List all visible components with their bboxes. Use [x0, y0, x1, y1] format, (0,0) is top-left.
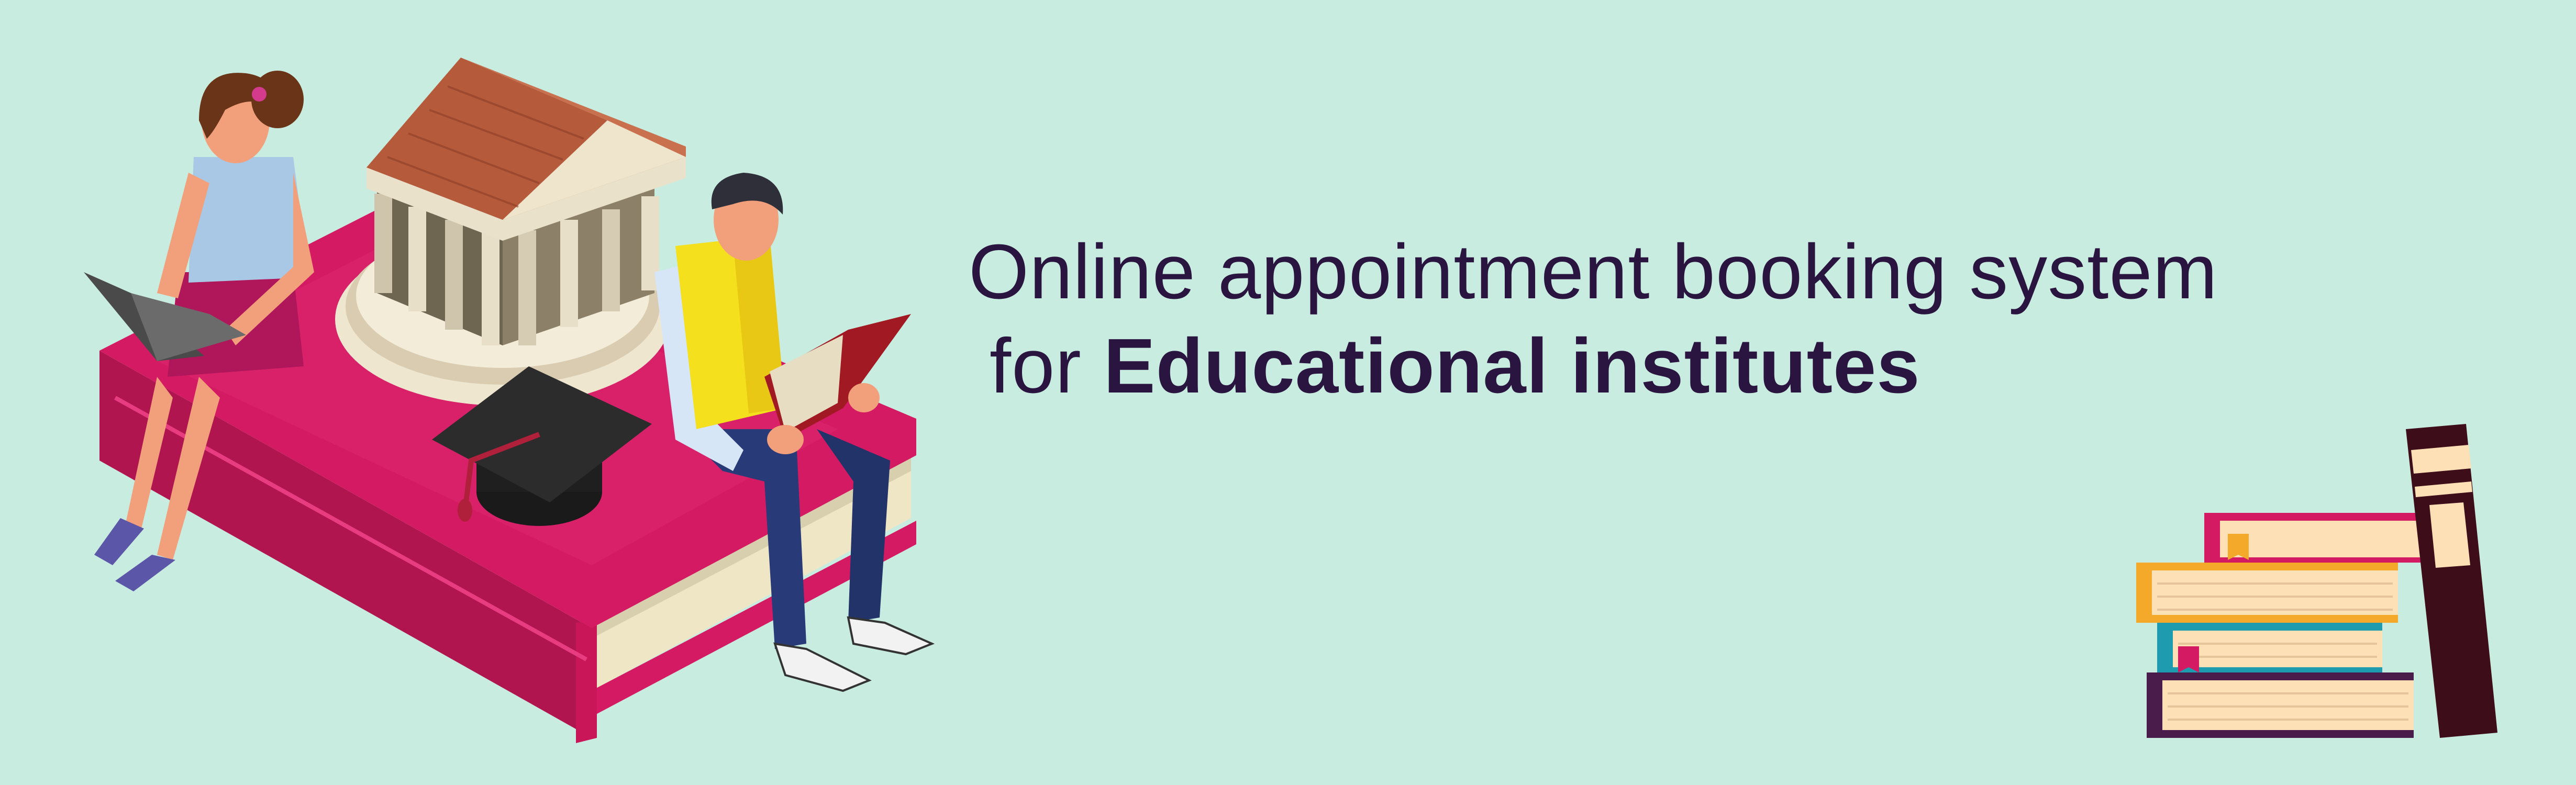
headline-line-2: for Educational institutes — [969, 319, 2218, 413]
headline-line-1: Online appointment booking system — [969, 229, 2218, 315]
book-stack-illustration — [2136, 424, 2497, 738]
headline-emphasis: Educational institutes — [1103, 323, 1920, 409]
university-building-illustration — [335, 58, 686, 406]
hero-banner: Online appointment booking system for Ed… — [0, 0, 2576, 785]
headline: Online appointment booking system for Ed… — [969, 225, 2218, 413]
headline-line-2-prefix: for — [990, 323, 1104, 409]
